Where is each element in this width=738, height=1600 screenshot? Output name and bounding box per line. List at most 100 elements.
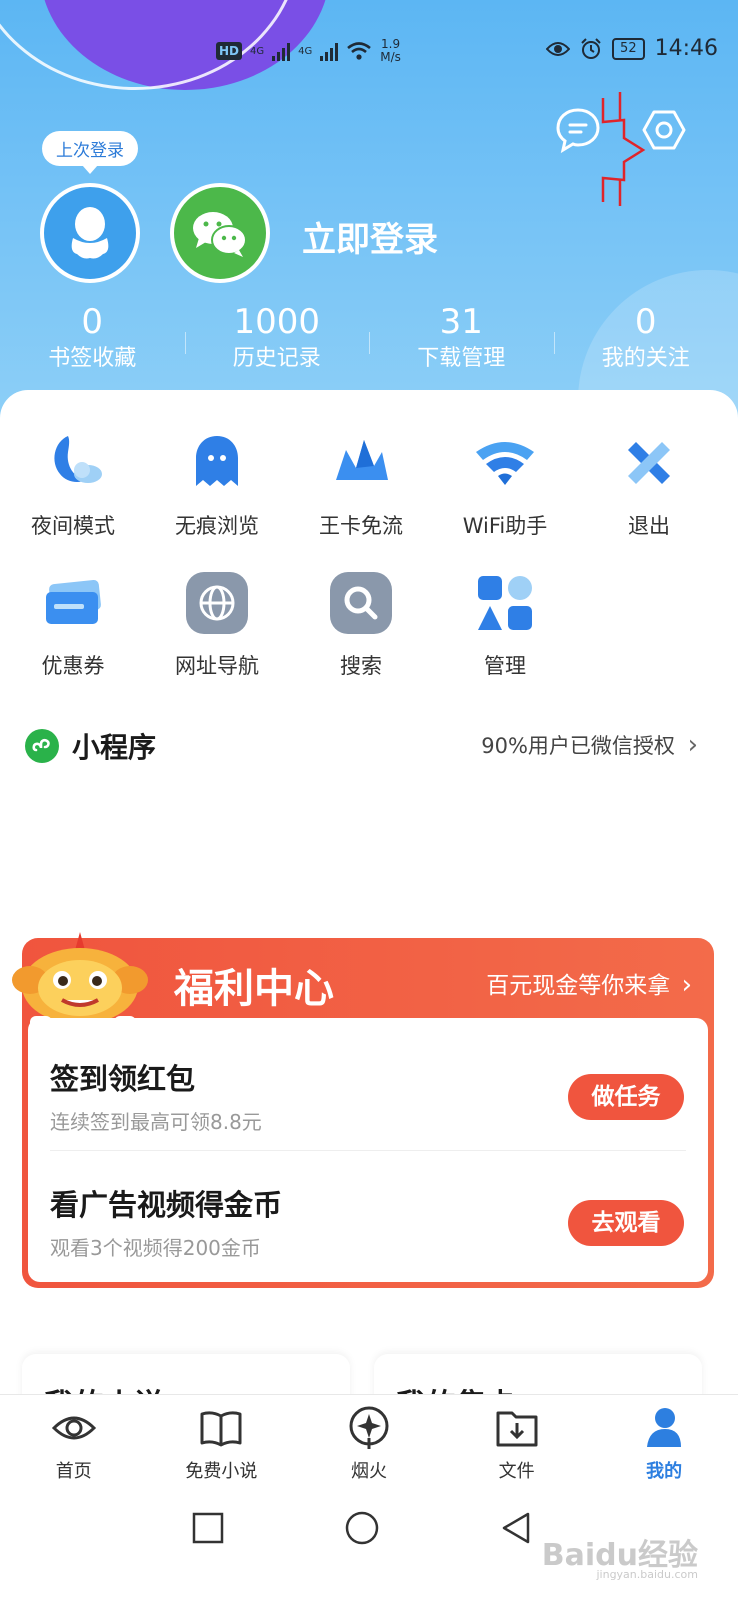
battery-icon: 52: [612, 37, 645, 60]
stat-bookmarks[interactable]: 0 书签收藏: [0, 300, 185, 374]
welfare-cash-text: 百元现金等你来拿: [486, 973, 671, 999]
eye-icon: [51, 1416, 96, 1440]
stat-history[interactable]: 1000 历史记录: [184, 300, 370, 374]
stat-label: 我的关注: [601, 346, 690, 371]
network-label-2: 4G: [298, 45, 313, 57]
mini-program-auth-link[interactable]: 90%用户已微信授权 ›: [481, 730, 698, 760]
firework-icon: [349, 1406, 389, 1449]
clock: 14:46: [654, 36, 718, 61]
tool-king-card[interactable]: 王卡免流: [296, 428, 426, 540]
welfare-title: 福利中心: [174, 966, 334, 1012]
nav-files[interactable]: 文件: [443, 1395, 591, 1490]
mini-program-icon: [25, 729, 59, 763]
tool-label: 夜间模式: [31, 514, 115, 538]
tool-label: 王卡免流: [319, 514, 403, 538]
book-icon: [200, 1411, 242, 1447]
tool-label: 退出: [628, 514, 670, 538]
tool-label: 搜索: [340, 654, 382, 678]
exit-icon: [628, 442, 670, 484]
system-navigation-bar: Baidu经验 jingyan.baidu.com: [0, 1490, 738, 1600]
stat-value: 1000: [233, 302, 321, 342]
stat-following[interactable]: 0 我的关注: [553, 300, 738, 374]
welfare-cash-link[interactable]: 百元现金等你来拿 ›: [486, 966, 692, 1000]
mini-program-header: 小程序: [24, 726, 156, 766]
do-task-button[interactable]: 做任务: [568, 1074, 684, 1120]
status-bar: HD 4G 4G 1.9 M/s 52 14:46: [0, 30, 738, 76]
night-mode-icon: [54, 436, 102, 483]
wechat-icon: [193, 212, 247, 257]
hd-badge: HD: [216, 42, 243, 60]
globe-icon: [186, 572, 248, 634]
tool-wifi-assistant[interactable]: WiFi助手: [440, 428, 570, 540]
coupon-icon: [46, 579, 101, 624]
tool-search[interactable]: 搜索: [296, 568, 426, 680]
tool-incognito[interactable]: 无痕浏览: [152, 428, 282, 540]
speed-value: 1.9: [381, 37, 401, 51]
stat-label: 历史记录: [232, 346, 321, 371]
manage-icon: [478, 576, 532, 630]
login-now-link[interactable]: 立即登录: [302, 212, 438, 261]
home-circle-icon[interactable]: [342, 1508, 382, 1548]
mini-program-auth-text: 90%用户已微信授权: [481, 734, 675, 758]
tool-coupon[interactable]: 优惠券: [8, 568, 138, 680]
nav-mine[interactable]: 我的: [590, 1395, 738, 1490]
back-triangle-icon[interactable]: [496, 1508, 536, 1548]
annotation-arrow-icon: [601, 92, 646, 206]
network-label-1: 4G: [250, 45, 265, 57]
file-download-icon: [496, 1411, 538, 1447]
chevron-right-icon: ›: [687, 730, 698, 760]
task-watch-ads: 看广告视频得金币 观看3个视频得200金币 去观看: [50, 1182, 686, 1261]
tool-label: 无痕浏览: [175, 514, 259, 538]
network-speed: 1.9 M/s: [380, 38, 401, 64]
qq-login-button[interactable]: [40, 183, 140, 283]
nav-label: 烟火: [350, 1461, 387, 1482]
nav-label: 文件: [498, 1461, 535, 1482]
eye-comfort-icon: [546, 41, 571, 56]
recents-square-icon[interactable]: [188, 1508, 228, 1548]
divider: [50, 1150, 686, 1151]
watch-video-button[interactable]: 去观看: [568, 1200, 684, 1246]
king-card-icon: [336, 440, 388, 480]
search-icon: [330, 572, 392, 634]
tool-label: WiFi助手: [462, 514, 548, 538]
chevron-right-icon: ›: [681, 970, 692, 1000]
last-login-badge: 上次登录: [42, 131, 138, 174]
tool-label: 网址导航: [175, 654, 259, 678]
stat-downloads[interactable]: 31 下载管理: [369, 300, 554, 374]
tool-label: 优惠券: [41, 654, 105, 678]
incognito-ghost-icon: [196, 436, 238, 486]
mini-program-title: 小程序: [72, 731, 157, 764]
nav-free-novels[interactable]: 免费小说: [148, 1395, 296, 1490]
welfare-task-list: 签到领红包 连续签到最高可领8.8元 做任务 看广告视频得金币 观看3个视频得2…: [28, 1018, 708, 1282]
watermark-url: jingyan.baidu.com: [596, 1568, 698, 1581]
tool-night-mode[interactable]: 夜间模式: [8, 428, 138, 540]
tool-url-navigation[interactable]: 网址导航: [152, 568, 282, 680]
profile-header: HD 4G 4G 1.9 M/s 52 14:46 上次登录 立即登录 0 书签…: [0, 0, 738, 440]
profile-icon: [647, 1408, 682, 1447]
qq-penguin-icon: [71, 207, 109, 259]
signal-icon-1: [272, 41, 291, 61]
alarm-icon: [581, 37, 601, 59]
wifi-icon: [476, 442, 534, 485]
nav-label: 免费小说: [185, 1461, 258, 1482]
stat-value: 0: [634, 302, 657, 342]
wechat-login-button[interactable]: [170, 183, 270, 283]
bottom-nav: 首页 免费小说 烟火 文件 我的: [0, 1394, 738, 1490]
nav-label: 首页: [55, 1461, 92, 1482]
message-icon[interactable]: [554, 106, 602, 154]
signal-icon-2: [320, 41, 339, 61]
stats-row: 0 书签收藏 1000 历史记录 31 下载管理 0 我的关注: [0, 300, 738, 374]
stat-label: 下载管理: [417, 346, 506, 371]
stat-label: 书签收藏: [48, 346, 137, 371]
task-checkin: 签到领红包 连续签到最高可领8.8元 做任务: [50, 1056, 686, 1135]
tool-label: 管理: [484, 654, 526, 678]
speed-unit: M/s: [380, 50, 401, 64]
nav-label: 我的: [646, 1461, 683, 1482]
nav-fireworks[interactable]: 烟火: [295, 1395, 443, 1490]
tool-exit[interactable]: 退出: [584, 428, 714, 540]
stat-value: 0: [81, 302, 104, 342]
stat-value: 31: [439, 302, 483, 342]
welfare-center-card: 福利中心 百元现金等你来拿 › 签到领红包 连续签到最高可领8.8元 做任务 看…: [12, 932, 714, 1288]
nav-home[interactable]: 首页: [0, 1395, 148, 1490]
tool-manage[interactable]: 管理: [440, 568, 570, 680]
